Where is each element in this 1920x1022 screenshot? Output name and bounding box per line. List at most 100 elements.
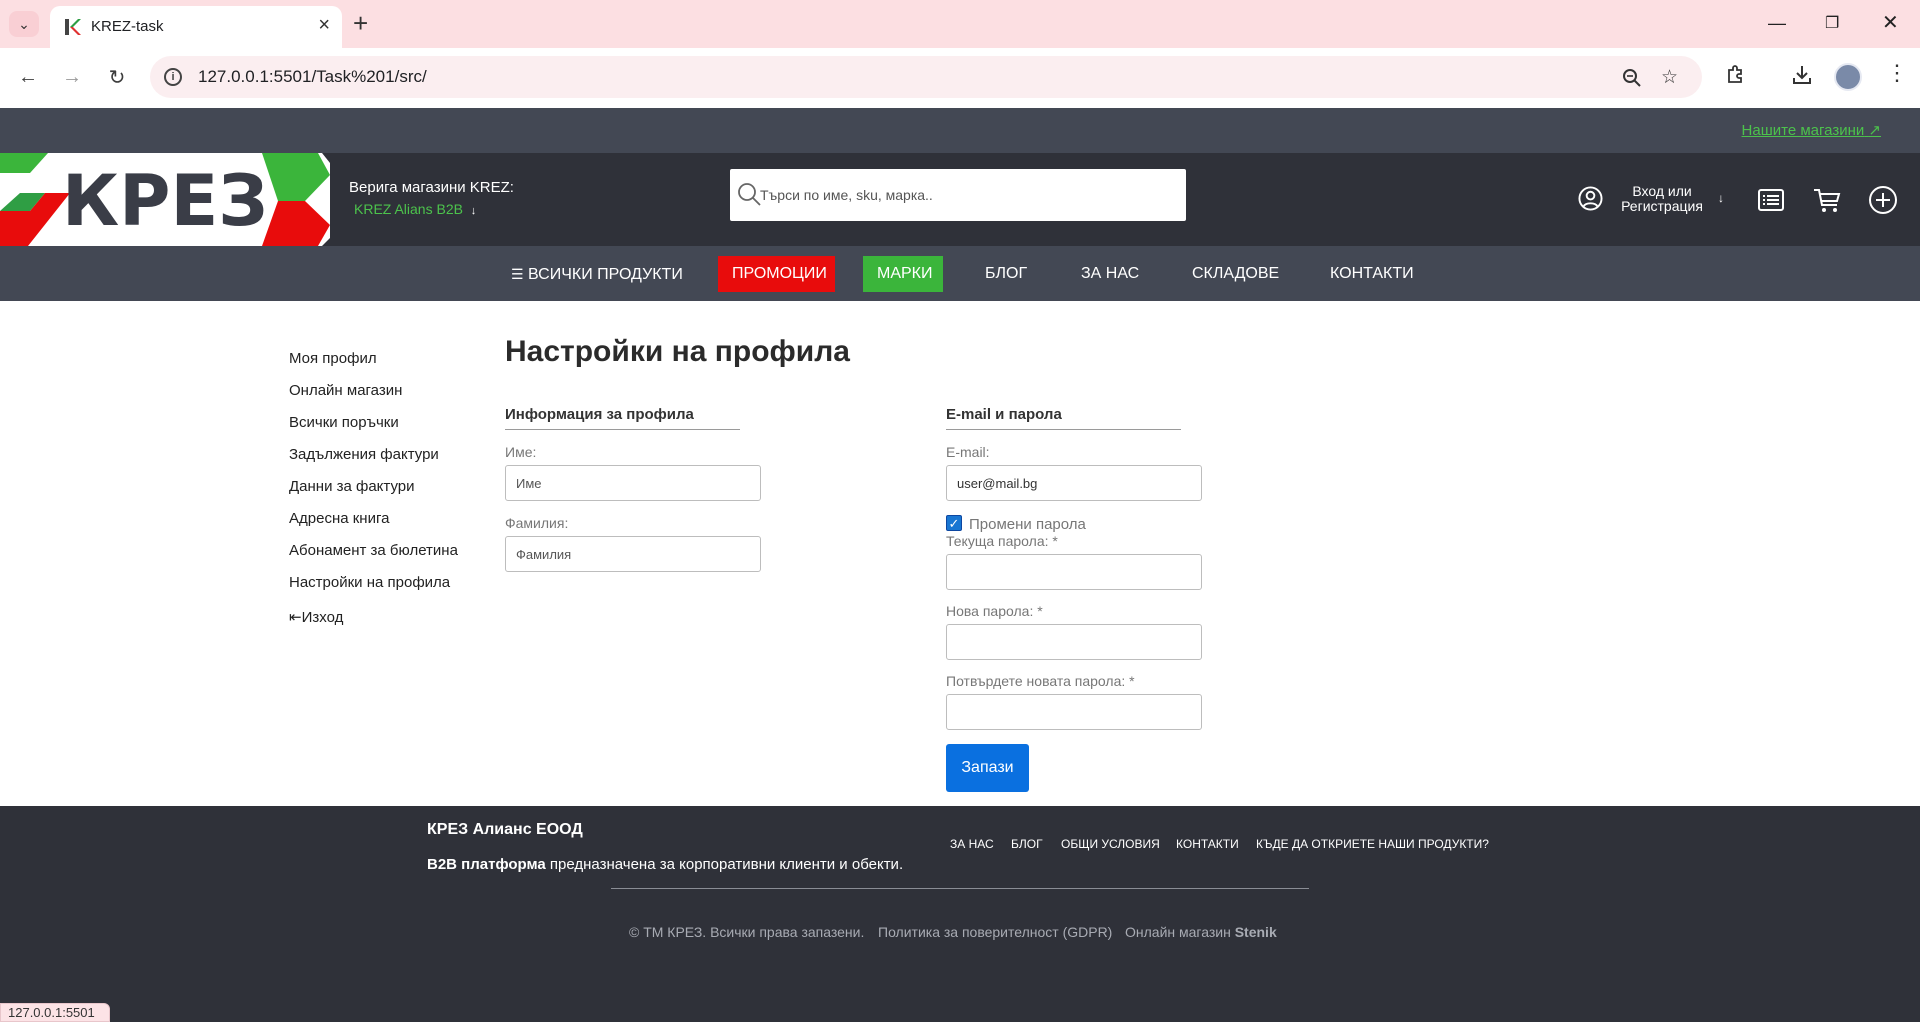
nav-brands[interactable]: МАРКИ [863,256,943,292]
omnibox[interactable]: i 127.0.0.1:5501/Task%201/src/ ☆ [150,56,1702,98]
new-password-label: Нова парола: * [946,603,1043,619]
extensions-puzzle-icon[interactable] [1724,63,1748,87]
nav-blog[interactable]: БЛОГ [971,256,1041,292]
footer-company: КРЕЗ Алианс ЕООД [427,821,583,838]
sidebar-item-address-book[interactable]: Адресна книга [289,510,389,527]
sidebar-item-invoice-dues[interactable]: Задължения фактури [289,446,439,463]
login-chevron-icon[interactable]: ↓ [1718,191,1724,205]
nav-promotions[interactable]: ПРОМОЦИИ [718,256,835,292]
new-password-field[interactable] [946,624,1202,660]
footer-divider [611,888,1309,889]
confirm-password-label: Потвърдете новата парола: * [946,673,1135,689]
nav-contacts[interactable]: КОНТАКТИ [1316,256,1428,292]
main-nav: ☰ ВСИЧКИ ПРОДУКТИ ПРОМОЦИИ МАРКИ БЛОГ ЗА… [0,246,1920,301]
first-name-label: Име: [505,444,537,460]
logo-text: КРЕЗ [62,160,268,242]
tab-search-chevron-icon[interactable]: ⌄ [9,11,39,37]
browser-menu-icon[interactable]: ⋮ [1886,60,1908,86]
krez-favicon-icon [65,19,81,35]
nav-about[interactable]: ЗА НАС [1067,256,1153,292]
footer-link-where-to-find[interactable]: КЪДЕ ДА ОТКРИЕТЕ НАШИ ПРОДУКТИ? [1256,837,1489,851]
confirm-password-field[interactable] [946,694,1202,730]
bookmark-star-icon[interactable]: ☆ [1661,66,1678,89]
logout-label: Изход [301,609,344,626]
site-header: КРЕЗ Верига магазини KREZ: KREZ Alians B… [0,153,1920,246]
add-circle-icon[interactable] [1868,185,1898,215]
footer-online-shop[interactable]: Онлайн магазин Stenik [1125,924,1277,940]
logout-icon: ⇤ [289,609,302,626]
email-field[interactable] [946,465,1202,501]
tab-close-icon[interactable]: × [318,15,330,35]
sidebar-item-profile-settings[interactable]: Настройки на профила [289,574,450,591]
last-name-field[interactable] [505,536,761,572]
search-icon [738,183,761,206]
last-name-label: Фамилия: [505,515,569,531]
forward-arrow-icon[interactable]: → [58,63,86,91]
save-button[interactable]: Запази [946,744,1029,792]
footer-copyright: © ТМ КРЕЗ. Всички права запазени. [629,924,865,940]
footer-link-about[interactable]: ЗА НАС [950,837,994,851]
sidebar-item-online-shop[interactable]: Онлайн магазин [289,382,402,399]
top-strip: Нашите магазини ↗ [0,108,1920,153]
external-arrow-icon: ↗ [1868,122,1881,139]
our-stores-link[interactable]: Нашите магазини ↗ [1742,121,1881,139]
sidebar-item-logout[interactable]: ⇤Изход [289,608,343,626]
browser-tab[interactable]: KREZ-task × [50,6,342,48]
zoom-icon[interactable] [1622,68,1642,88]
site-footer: КРЕЗ Алианс ЕООД B2B платформа предназна… [0,806,1920,1022]
login-line2: Регистрация [1621,198,1703,214]
url-text[interactable]: 127.0.0.1:5501/Task%201/src/ [198,67,427,87]
close-window-icon[interactable]: ✕ [1882,10,1899,35]
new-tab-plus-icon[interactable]: + [353,10,368,36]
sidebar-item-all-orders[interactable]: Всички поръчки [289,414,399,431]
current-password-label: Текуща парола: * [946,533,1058,549]
list-icon[interactable] [1756,185,1786,215]
menu-lines-icon: ☰ [511,266,524,282]
footer-description: B2B платформа предназначена за корпорати… [427,856,903,873]
current-password-field[interactable] [946,554,1202,590]
sidebar-item-newsletter[interactable]: Абонамент за бюлетина [289,542,458,559]
chain-selector[interactable]: KREZ Alians B2B ↓ [354,201,476,217]
nav-all-products[interactable]: ☰ ВСИЧКИ ПРОДУКТИ [497,256,697,292]
footer-link-blog[interactable]: БЛОГ [1011,837,1043,851]
footer-online-shop-brand: Stenik [1234,924,1277,940]
footer-privacy-link[interactable]: Политика за поверителност (GDPR) [878,924,1112,940]
section-profile-info: Информация за профила [505,406,740,430]
reload-icon[interactable]: ↻ [103,63,131,91]
change-password-checkbox[interactable]: ✓ [946,515,962,531]
sidebar-item-invoice-data[interactable]: Данни за фактури [289,478,415,495]
first-name-field[interactable] [505,465,761,501]
tab-title: KREZ-task [91,18,164,35]
cart-icon[interactable] [1812,185,1842,215]
change-password-label[interactable]: Промени парола [969,516,1086,533]
section-email-password: E-mail и парола [946,406,1181,430]
chevron-down-icon: ↓ [470,205,477,217]
footer-link-contacts[interactable]: КОНТАКТИ [1176,837,1239,851]
footer-online-shop-label: Онлайн магазин [1125,924,1231,940]
footer-desc-rest: предназначена за корпоративни клиенти и … [545,856,904,873]
user-account-icon[interactable] [1578,186,1603,211]
address-bar-row: ← → ↻ i 127.0.0.1:5501/Task%201/src/ ☆ ⋮ [0,48,1920,108]
footer-link-terms[interactable]: ОБЩИ УСЛОВИЯ [1061,837,1160,851]
nav-warehouses[interactable]: СКЛАДОВЕ [1178,256,1293,292]
status-bar-url: 127.0.0.1:5501 [0,1003,110,1022]
minimize-icon[interactable]: — [1768,13,1786,34]
profile-avatar[interactable] [1834,63,1862,91]
krez-logo[interactable]: КРЕЗ [0,153,330,246]
login-line1: Вход или [1632,183,1692,199]
search-box[interactable] [730,169,1186,221]
search-input[interactable] [760,169,1180,221]
sidebar-item-my-profile[interactable]: Моя профил [289,350,377,367]
email-label: E-mail: [946,444,990,460]
restore-icon[interactable]: ❐ [1825,13,1839,33]
login-register-link[interactable]: Вход или Регистрация [1618,184,1706,214]
download-icon[interactable] [1790,63,1814,87]
chain-title: Верига магазини KREZ: [349,179,514,196]
browser-tab-bar: ⌄ KREZ-task × + — ❐ ✕ [0,0,1920,48]
nav-all-products-label: ВСИЧКИ ПРОДУКТИ [528,266,683,283]
back-arrow-icon[interactable]: ← [14,63,42,91]
site-info-icon[interactable]: i [164,68,182,86]
main-content: Моя профил Онлайн магазин Всички поръчки… [0,301,1920,806]
footer-desc-bold: B2B платформа [427,856,546,873]
page-title: Настройки на профила [505,335,850,368]
